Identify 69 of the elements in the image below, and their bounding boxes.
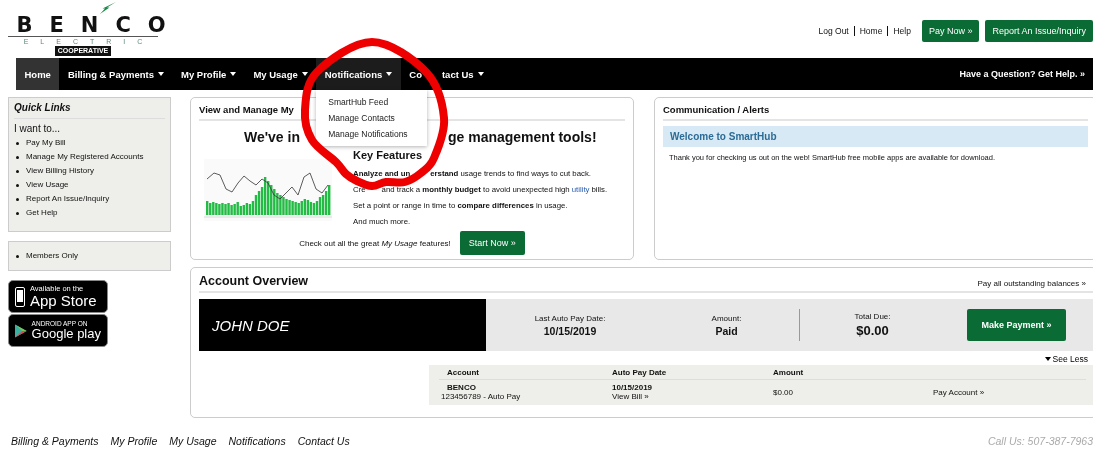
column-header: Account xyxy=(446,368,480,377)
alert-title: Welcome to SmartHub xyxy=(663,126,1088,147)
stat-label: Last Auto Pay Date: xyxy=(534,313,606,323)
footer-link[interactable]: Contact Us xyxy=(297,435,350,447)
stat-label: Amount: xyxy=(711,313,742,323)
stat-label: Total Due: xyxy=(854,312,891,321)
footer-link[interactable]: Notifications xyxy=(228,435,286,447)
card-title: Communication / Alerts xyxy=(663,104,1088,121)
header-link[interactable]: Home xyxy=(853,26,888,36)
caret-icon xyxy=(1044,357,1051,361)
bullet-icon xyxy=(16,254,19,258)
logo-wordmark: BENCO xyxy=(16,14,167,36)
bullet-icon xyxy=(16,211,19,215)
help-link[interactable]: Have a Question? Get Help. » xyxy=(959,69,1093,79)
features-title: Key Features xyxy=(353,149,424,161)
bullet-icon xyxy=(16,141,19,145)
stat-value: Paid xyxy=(715,324,738,337)
pay-account-link[interactable]: Pay Account » xyxy=(933,387,985,397)
quick-link[interactable]: Pay My Bill xyxy=(26,138,66,148)
bullet-icon xyxy=(16,197,19,201)
column-header: Auto Pay Date xyxy=(611,368,668,377)
dropdown-menu-item[interactable]: SmartHub Feed xyxy=(316,94,428,110)
start-now-button[interactable]: Start Now » xyxy=(459,231,525,255)
nav-menu-item[interactable]: My Usage xyxy=(244,58,317,90)
panel-title: Quick Links xyxy=(14,102,165,119)
header-link[interactable]: Help xyxy=(887,26,916,36)
nav-menu-item[interactable]: Co tact Us xyxy=(400,58,493,90)
make-payment-button[interactable]: Make Payment » xyxy=(967,309,1066,341)
panel-lead-text: I want to... xyxy=(14,123,62,134)
phone-number: Call Us: 507-387-7963 xyxy=(987,435,1093,447)
header-button[interactable]: Pay Now » xyxy=(921,20,980,42)
dropdown-menu-item[interactable]: Manage Notifications xyxy=(316,126,428,142)
account-number: 123456789 - Auto Pay xyxy=(441,392,521,401)
header-link[interactable]: Log Out xyxy=(813,26,854,36)
members-link[interactable]: Members Only xyxy=(26,251,78,261)
account-name: BENCO xyxy=(447,383,476,392)
see-less-toggle[interactable]: See Less xyxy=(1044,351,1093,365)
account-holder-name: JOHN DOE xyxy=(199,299,486,351)
view-bill-link[interactable]: View Bill » xyxy=(612,392,649,401)
footer-link[interactable]: Billing & Payments xyxy=(11,435,99,447)
stat-value: $0.00 xyxy=(856,323,889,338)
nav-menu-item[interactable]: My Profile xyxy=(172,58,245,90)
nav-menu-item[interactable]: Home xyxy=(16,58,60,90)
nav-menu-item[interactable]: Billing & Payments xyxy=(59,58,173,90)
card-title: Account Overview xyxy=(199,274,309,288)
badge-title: Google play xyxy=(31,327,101,341)
badge-title: App Store xyxy=(30,292,97,308)
pay-all-link[interactable]: Pay all outstanding balances » xyxy=(977,279,1086,288)
cta-text: Check out all the great My Usage features! xyxy=(299,238,451,248)
bullet-icon xyxy=(16,155,19,159)
quick-link[interactable]: View Billing History xyxy=(26,166,94,176)
bullet-icon xyxy=(16,169,19,173)
phone-icon xyxy=(15,286,25,307)
dropdown-menu-item[interactable]: Manage Contacts xyxy=(316,110,428,126)
footer-link[interactable]: My Usage xyxy=(169,435,217,447)
footer-link[interactable]: My Profile xyxy=(110,435,158,447)
lightning-bolt-icon xyxy=(100,2,116,14)
headline-text: ge management tools! xyxy=(448,129,597,145)
column-header: Amount xyxy=(772,368,805,377)
quick-link[interactable]: Manage My Registered Accounts xyxy=(26,152,144,162)
auto-pay-date: 10/15/2019 xyxy=(612,383,653,392)
quick-link[interactable]: Report An Issue/Inquiry xyxy=(26,194,110,204)
amount-cell: $0.00 xyxy=(773,387,794,397)
quick-link[interactable]: Get Help xyxy=(26,208,58,218)
bullet-icon xyxy=(16,183,19,187)
stat-value: 10/15/2019 xyxy=(543,324,597,337)
header-button[interactable]: Report An Issue/Inquiry xyxy=(985,20,1093,42)
quick-link[interactable]: View Usage xyxy=(26,180,69,190)
headline-text: We've in xyxy=(244,129,300,145)
